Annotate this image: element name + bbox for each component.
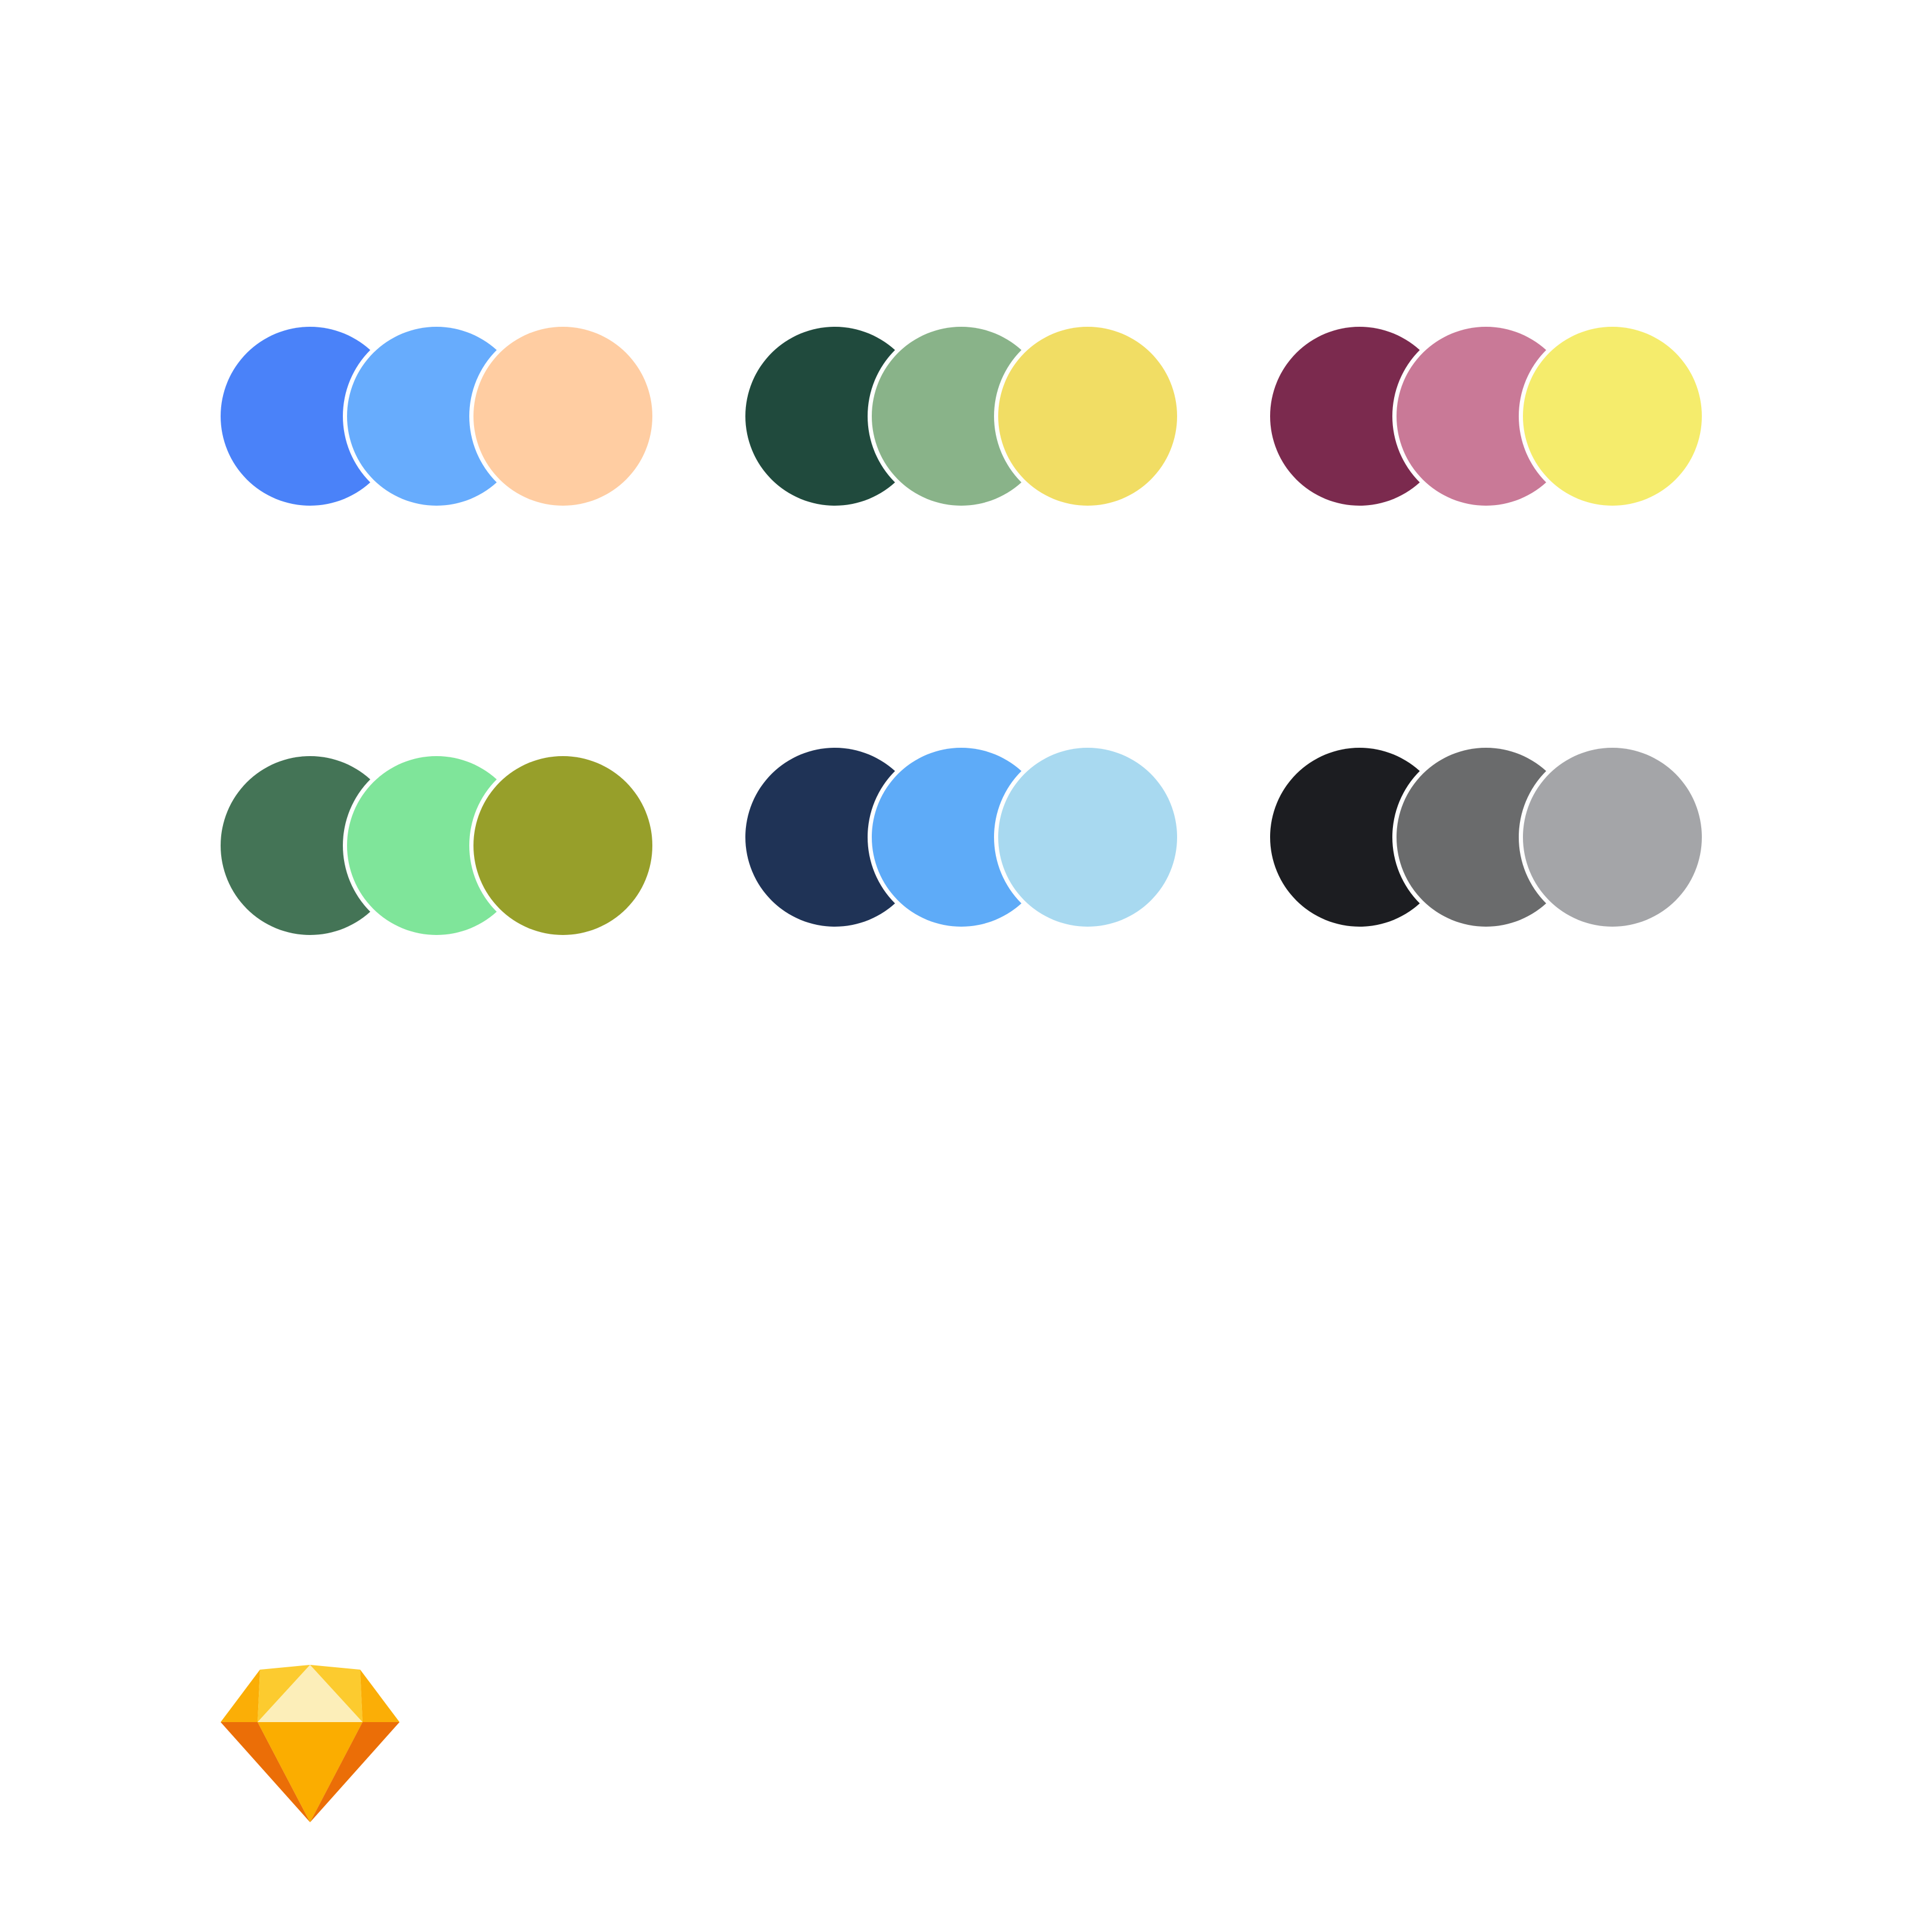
palette-3 [1270,327,1702,506]
palette-5 [745,748,1177,927]
palette-2 [745,327,1177,506]
palette-6 [1270,748,1702,927]
sketch-diamond-icon [221,1665,400,1822]
palette-canvas [221,327,1702,1822]
color-swatch [998,748,1177,927]
color-swatch [998,327,1177,506]
color-swatch [1523,748,1702,927]
color-swatch [473,756,652,935]
palette-1 [221,327,652,506]
palette-4 [221,756,652,935]
color-swatch [473,327,652,506]
palette-grid [221,327,1702,935]
logo-top-left-outer [221,1670,260,1722]
color-swatch [1523,327,1702,506]
logo-top-right-outer [360,1670,400,1722]
